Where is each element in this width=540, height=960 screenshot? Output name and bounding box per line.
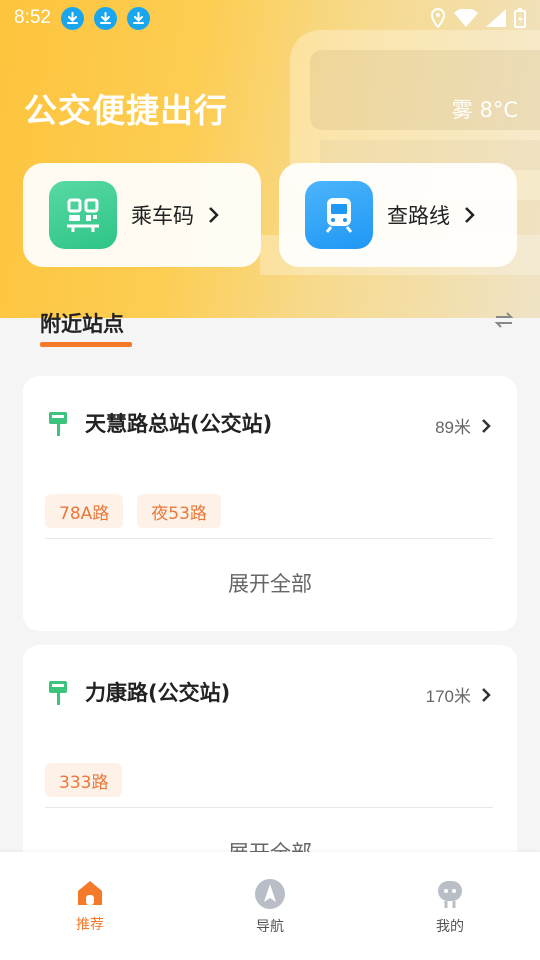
chevron-right-icon	[465, 207, 475, 223]
compass-icon	[255, 879, 285, 909]
header-banner: 8:52 公交便捷出行 雾 8°C 乘车码 查路线	[0, 0, 540, 318]
route-tag[interactable]: 333路	[45, 763, 123, 797]
home-icon	[78, 881, 102, 905]
route-tag[interactable]: 78A路	[45, 494, 124, 528]
bus-stop-icon	[49, 412, 67, 436]
status-bar: 8:52	[0, 0, 540, 36]
station-distance: 89米	[435, 413, 491, 438]
signal-icon	[486, 9, 506, 27]
bus-stop-icon	[49, 681, 67, 705]
tab-nearby-stations[interactable]: 附近站点	[40, 308, 124, 338]
train-icon	[305, 181, 373, 249]
divider	[45, 807, 493, 808]
weather-info: 雾 8°C	[451, 98, 518, 122]
nav-item-navigation[interactable]: 导航	[180, 852, 360, 960]
qr-code-icon	[49, 181, 117, 249]
chevron-right-icon	[482, 418, 491, 433]
wifi-icon	[454, 9, 478, 27]
nav-label: 导航	[256, 919, 284, 935]
station-name: 力康路(公交站)	[85, 681, 231, 705]
chevron-right-icon	[482, 687, 491, 702]
nav-label: 推荐	[76, 917, 104, 933]
route-search-card[interactable]: 查路线	[279, 163, 517, 267]
download-icon	[93, 6, 117, 30]
route-search-label: 查路线	[387, 204, 450, 228]
status-time: 8:52	[14, 7, 51, 28]
station-name: 天慧路总站(公交站)	[85, 412, 273, 436]
station-card[interactable]: 天慧路总站(公交站) 89米 78A路 夜53路 展开全部	[23, 376, 517, 631]
nav-label: 我的	[436, 919, 464, 935]
route-tag[interactable]: 夜53路	[137, 494, 221, 528]
battery-icon	[514, 8, 526, 28]
station-distance: 170米	[426, 682, 491, 707]
nav-item-profile[interactable]: 我的	[360, 852, 540, 960]
swap-icon[interactable]	[494, 310, 514, 330]
page-title: 公交便捷出行	[24, 91, 228, 130]
location-icon	[430, 8, 446, 28]
tab-indicator	[40, 342, 132, 347]
boarding-code-card[interactable]: 乘车码	[23, 163, 261, 267]
chevron-right-icon	[209, 207, 219, 223]
boarding-code-label: 乘车码	[131, 204, 194, 228]
nav-item-recommend[interactable]: 推荐	[0, 852, 180, 960]
download-icon	[126, 6, 150, 30]
bottom-nav: 推荐 导航 我的	[0, 852, 540, 960]
profile-icon	[438, 881, 462, 908]
expand-all-button[interactable]: 展开全部	[23, 568, 517, 598]
divider	[45, 538, 493, 539]
download-icon	[60, 6, 84, 30]
